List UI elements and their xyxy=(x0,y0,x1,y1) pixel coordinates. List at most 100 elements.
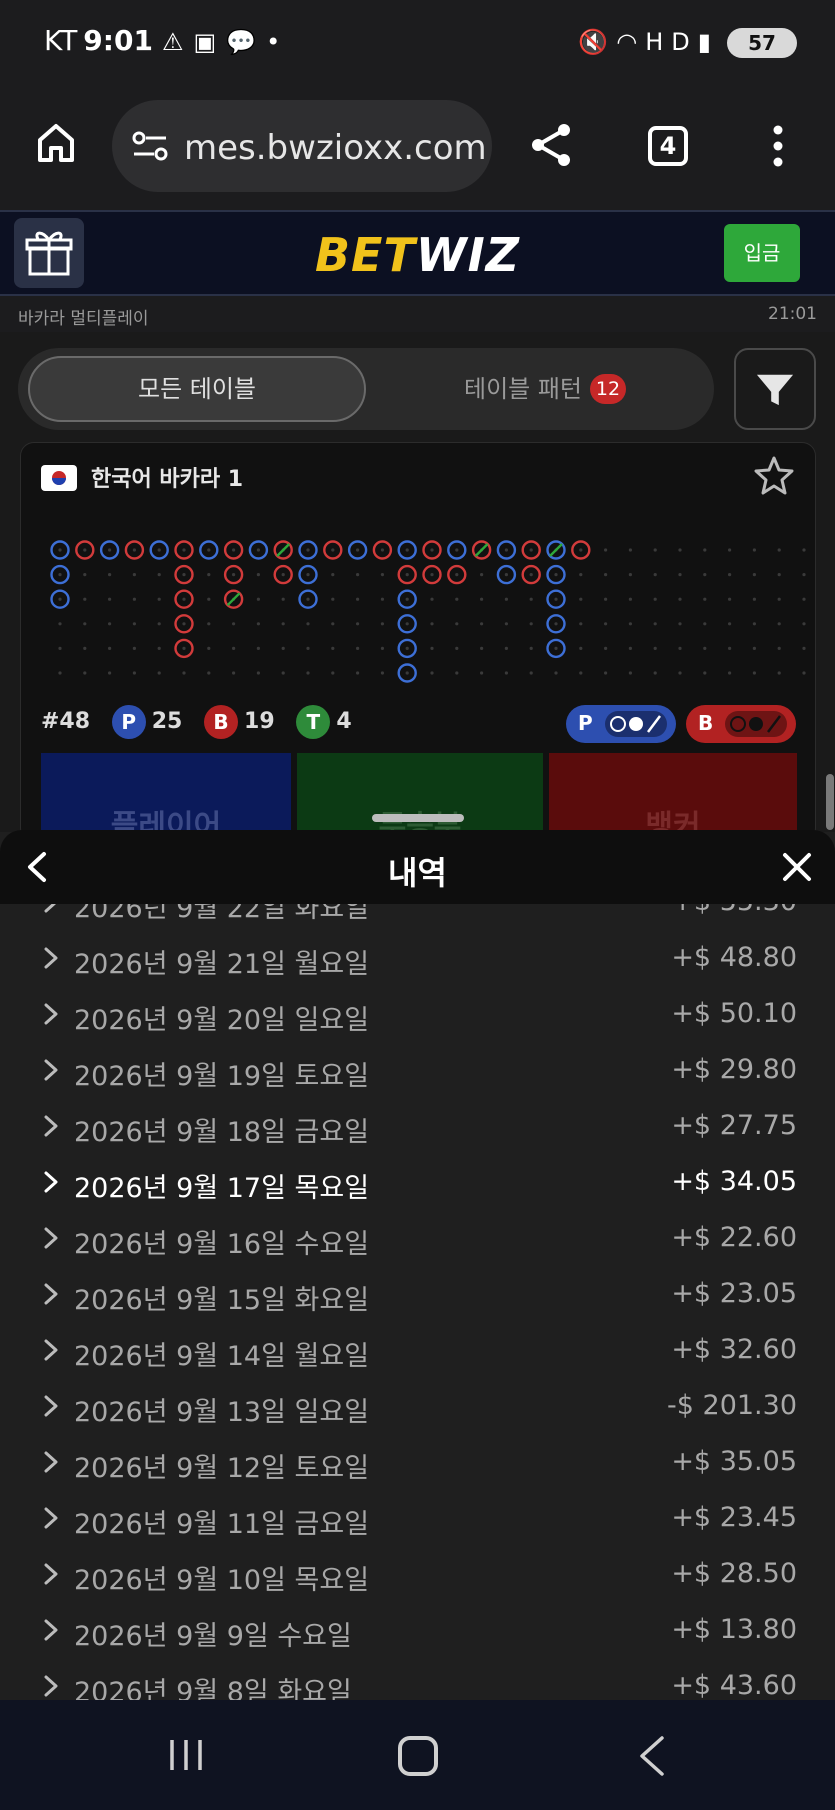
history-row[interactable]: 2026년 9월 18일 금요일 +$ 27.75 xyxy=(0,1098,835,1154)
grid-dot xyxy=(529,548,533,552)
grid-dot xyxy=(232,548,236,552)
grid-dot xyxy=(182,573,186,577)
tab-switcher-button[interactable]: 4 xyxy=(648,126,688,166)
home-button-icon[interactable] xyxy=(398,1736,438,1776)
grid-dot xyxy=(430,646,434,650)
grid-dot xyxy=(480,597,484,601)
grid-dot xyxy=(579,646,583,650)
history-row[interactable]: 2026년 9월 14일 월요일 +$ 32.60 xyxy=(0,1322,835,1378)
url-text[interactable]: mes.bwzioxx.com xyxy=(184,128,487,168)
player-chip: P xyxy=(111,705,146,739)
grid-dot xyxy=(405,671,409,675)
history-amount: +$ 50.10 xyxy=(671,998,797,1029)
home-icon[interactable] xyxy=(34,120,78,164)
grid-dot xyxy=(579,671,583,675)
grid-dot xyxy=(207,671,211,675)
chevron-right-icon xyxy=(44,1563,58,1585)
grid-dot xyxy=(802,622,806,626)
grid-dot xyxy=(504,548,508,552)
logo-bet: BET xyxy=(314,228,416,282)
history-row[interactable]: 2026년 9월 11일 금요일 +$ 23.45 xyxy=(0,1490,835,1546)
grid-dot xyxy=(356,622,360,626)
grid-dot xyxy=(703,597,707,601)
history-amount: +$ 48.80 xyxy=(671,942,797,973)
grid-dot xyxy=(703,646,707,650)
panel-drag-handle[interactable] xyxy=(372,814,464,822)
chevron-right-icon xyxy=(44,1283,58,1305)
grid-dot xyxy=(430,597,434,601)
betwiz-logo[interactable]: BETWIZ xyxy=(0,228,835,282)
history-date: 2026년 9월 14일 월요일 xyxy=(74,1341,370,1372)
site-settings-icon[interactable] xyxy=(132,130,168,162)
grid-dot xyxy=(653,548,657,552)
history-row[interactable]: 2026년 9월 15일 화요일 +$ 23.05 xyxy=(0,1266,835,1322)
grid-dot xyxy=(306,573,310,577)
history-row[interactable]: 2026년 9월 13일 일요일 -$ 201.30 xyxy=(0,1378,835,1434)
grid-dot xyxy=(653,622,657,626)
tab-table-patterns[interactable]: 테이블 패턴 12 xyxy=(386,356,704,422)
grid-dot xyxy=(678,573,682,577)
predict-banker-button[interactable]: B xyxy=(686,705,796,743)
grid-dot xyxy=(132,548,136,552)
status-time: KT 9:01 xyxy=(44,24,153,57)
more-menu-icon[interactable] xyxy=(770,124,786,168)
round-number: #48 xyxy=(41,709,91,734)
grid-dot xyxy=(83,548,87,552)
grid-dot xyxy=(256,548,260,552)
page-scrollbar[interactable] xyxy=(826,774,834,830)
grid-dot xyxy=(380,548,384,552)
predict-player-button[interactable]: P xyxy=(566,705,676,743)
site-header: BETWIZ 입금 xyxy=(0,210,835,296)
grid-dot xyxy=(132,597,136,601)
grid-dot xyxy=(653,573,657,577)
history-row[interactable]: 2026년 9월 20일 일요일 +$ 50.10 xyxy=(0,986,835,1042)
grid-dot xyxy=(157,548,161,552)
grid-dot xyxy=(58,622,62,626)
chevron-right-icon xyxy=(44,1507,58,1529)
grid-dot xyxy=(703,671,707,675)
grid-dot xyxy=(678,548,682,552)
grid-dot xyxy=(157,646,161,650)
history-row[interactable]: 2026년 9월 12일 토요일 +$ 35.05 xyxy=(0,1434,835,1490)
table-card[interactable]: 한국어 바카라 1 #48 P25 B19 T4 P B 플레이어 무승부 xyxy=(20,442,816,844)
grid-dot xyxy=(802,671,806,675)
logo-wiz: WIZ xyxy=(415,228,521,282)
grid-dot xyxy=(604,597,608,601)
grid-dot xyxy=(628,597,633,601)
recent-apps-icon[interactable] xyxy=(168,1738,204,1772)
grid-dot xyxy=(132,622,136,626)
grid-dot xyxy=(455,573,459,577)
share-icon[interactable] xyxy=(528,122,574,168)
back-nav-icon[interactable] xyxy=(638,1736,666,1776)
deposit-button[interactable]: 입금 xyxy=(724,224,800,282)
close-icon[interactable] xyxy=(782,852,812,882)
history-amount: +$ 35.05 xyxy=(671,1446,797,1477)
history-list[interactable]: 2026년 9월 22일 화요일 +$ 55.30 2026년 9월 21일 월요일… xyxy=(0,904,835,1700)
history-date: 2026년 9월 19일 토요일 xyxy=(74,1061,370,1092)
grid-dot xyxy=(579,597,583,601)
grid-dot xyxy=(83,622,87,626)
grid-dot xyxy=(182,597,186,601)
chevron-right-icon xyxy=(44,1339,58,1361)
tie-mark xyxy=(226,592,241,607)
grid-dot xyxy=(529,573,533,577)
history-amount: +$ 28.50 xyxy=(671,1558,797,1589)
history-row[interactable]: 2026년 9월 17일 목요일 +$ 34.05 xyxy=(0,1154,835,1210)
grid-dot xyxy=(604,548,608,552)
grid-dot xyxy=(157,573,161,577)
grid-dot xyxy=(653,671,657,675)
history-row[interactable]: 2026년 9월 16일 수요일 +$ 22.60 xyxy=(0,1210,835,1266)
history-row[interactable]: 2026년 9월 22일 화요일 +$ 55.30 xyxy=(0,904,835,930)
filter-button[interactable] xyxy=(734,348,816,430)
tab-all-tables[interactable]: 모든 테이블 xyxy=(28,356,366,422)
grid-dot xyxy=(405,573,409,577)
history-row[interactable]: 2026년 9월 8일 화요일 +$ 43.60 xyxy=(0,1658,835,1700)
url-bar[interactable]: mes.bwzioxx.com xyxy=(112,100,492,192)
history-row[interactable]: 2026년 9월 9일 수요일 +$ 13.80 xyxy=(0,1602,835,1658)
history-row[interactable]: 2026년 9월 21일 월요일 +$ 48.80 xyxy=(0,930,835,986)
predict-player-label: P xyxy=(578,711,593,735)
history-row[interactable]: 2026년 9월 10일 목요일 +$ 28.50 xyxy=(0,1546,835,1602)
grid-dot xyxy=(802,573,806,577)
grid-dot xyxy=(157,671,161,675)
history-row[interactable]: 2026년 9월 19일 토요일 +$ 29.80 xyxy=(0,1042,835,1098)
